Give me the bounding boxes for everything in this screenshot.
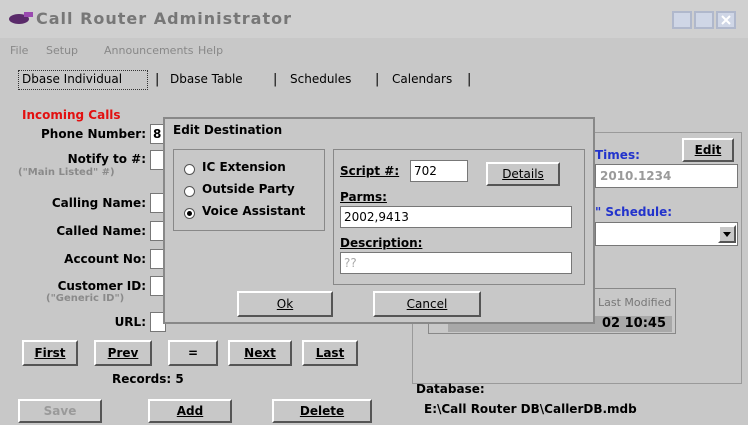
radio-voice-assistant[interactable]	[184, 208, 195, 219]
last-modified-value: 02 10:45	[602, 316, 666, 331]
delete-button[interactable]: Delete	[272, 399, 372, 423]
save-button[interactable]: Save	[18, 399, 102, 423]
edit-destination-dialog: Edit Destination IC Extension Outside Pa…	[163, 117, 595, 324]
description-label: Description:	[340, 236, 423, 250]
notify-label: Notify to #:	[67, 152, 146, 166]
times-field[interactable]: 2010.1234	[595, 164, 738, 188]
tab-schedules[interactable]: Schedules	[290, 72, 351, 86]
schedule-dropdown-button[interactable]	[718, 225, 736, 243]
chevron-down-icon	[723, 232, 731, 237]
edit-button[interactable]: Edit	[682, 138, 734, 162]
close-icon	[721, 15, 731, 25]
menu-announcements[interactable]: Announcements	[104, 44, 193, 57]
add-button[interactable]: Add	[148, 399, 232, 423]
parms-label: Parms:	[340, 190, 387, 204]
menu-help[interactable]: Help	[198, 44, 223, 57]
script-label: Script #:	[340, 164, 400, 178]
first-button[interactable]: First	[22, 340, 78, 366]
close-button[interactable]	[716, 11, 736, 29]
customer-id-label: Customer ID:	[57, 279, 146, 293]
schedule-label: " Schedule:	[595, 205, 673, 219]
destination-details-group: Script #: 702 Details Parms: 2002,9413 D…	[333, 149, 585, 285]
dialog-title: Edit Destination	[165, 119, 593, 143]
account-no-label: Account No:	[64, 252, 146, 266]
details-button[interactable]: Details	[486, 162, 560, 186]
tab-calendars[interactable]: Calendars	[392, 72, 452, 86]
last-button[interactable]: Last	[302, 340, 358, 366]
ok-button[interactable]: Ok	[237, 291, 333, 317]
maximize-button[interactable]	[694, 11, 714, 29]
database-label: Database:	[416, 382, 485, 396]
script-field[interactable]: 702	[410, 160, 468, 182]
radio-ic-extension-label: IC Extension	[202, 160, 286, 174]
last-modified-label: Last Modified	[598, 296, 672, 309]
title-bar: Call Router Administrator	[0, 0, 748, 38]
records-count: Records: 5	[112, 372, 184, 386]
database-path: E:\Call Router DB\CallerDB.mdb	[424, 402, 637, 416]
prev-button[interactable]: Prev	[94, 340, 152, 366]
calling-name-label: Calling Name:	[51, 196, 146, 210]
description-field[interactable]: ??	[340, 252, 572, 274]
phone-number-label: Phone Number:	[41, 127, 146, 141]
main-listed-hint: ("Main Listed" #)	[18, 167, 115, 178]
times-label: Times:	[595, 148, 640, 162]
menu-file[interactable]: File	[10, 44, 28, 57]
radio-outside-party[interactable]	[184, 186, 195, 197]
url-label: URL:	[114, 315, 146, 329]
window-title: Call Router Administrator	[36, 9, 292, 28]
minimize-button[interactable]	[672, 11, 692, 29]
schedule-select[interactable]	[595, 222, 738, 246]
app-icon	[9, 12, 33, 24]
menu-setup[interactable]: Setup	[46, 44, 78, 57]
cancel-button[interactable]: Cancel	[373, 291, 481, 317]
menu-bar: File Setup Announcements Help	[0, 40, 748, 64]
parms-field[interactable]: 2002,9413	[340, 206, 572, 228]
generic-id-hint: ("Generic ID")	[46, 293, 125, 304]
next-button[interactable]: Next	[228, 340, 292, 366]
radio-outside-party-label: Outside Party	[202, 182, 295, 196]
tab-dbase-individual[interactable]: Dbase Individual	[22, 72, 122, 86]
equals-button[interactable]: =	[168, 340, 218, 366]
called-name-label: Called Name:	[56, 224, 146, 238]
radio-voice-assistant-label: Voice Assistant	[202, 204, 306, 218]
tab-dbase-table[interactable]: Dbase Table	[170, 72, 243, 86]
destination-type-group: IC Extension Outside Party Voice Assista…	[173, 149, 325, 231]
radio-ic-extension[interactable]	[184, 164, 195, 175]
incoming-calls-heading: Incoming Calls	[22, 108, 121, 122]
